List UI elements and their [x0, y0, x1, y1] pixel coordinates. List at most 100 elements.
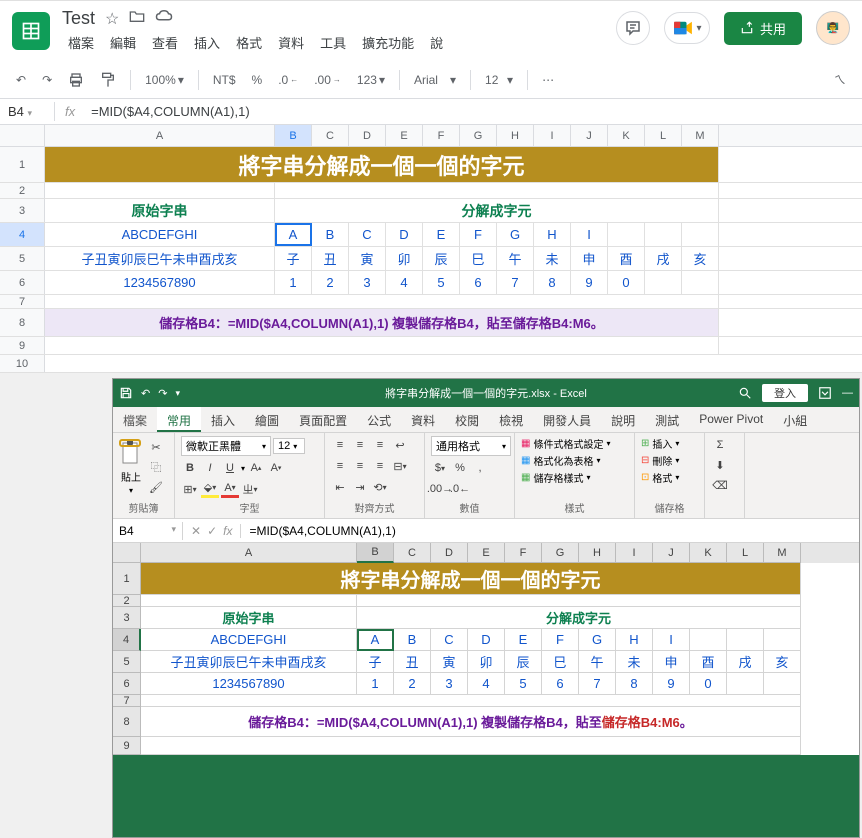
orientation-icon[interactable]: ⟲▾ — [371, 478, 389, 496]
comment-icon[interactable] — [616, 11, 650, 45]
tab-review[interactable]: 校閱 — [445, 407, 489, 432]
collapse-toolbar-icon[interactable]: ㄟ — [828, 67, 852, 92]
cell[interactable]: 亥 — [764, 651, 801, 673]
col-header[interactable]: E — [468, 543, 505, 563]
align-middle-icon[interactable]: ≡ — [351, 436, 369, 454]
font-color-icon[interactable]: A▾ — [221, 480, 239, 498]
cell[interactable] — [141, 737, 801, 755]
col-header[interactable]: C — [394, 543, 431, 563]
underline-icon[interactable]: U — [221, 459, 239, 477]
cell[interactable]: 丑 — [312, 247, 349, 270]
increase-font-icon[interactable]: A▴ — [247, 459, 265, 477]
cell[interactable]: F — [542, 629, 579, 651]
cell[interactable]: 巳 — [542, 651, 579, 673]
cell[interactable]: 丑 — [394, 651, 431, 673]
col-header[interactable]: E — [386, 125, 423, 146]
clear-icon[interactable]: ⌫ — [711, 476, 729, 494]
percent-icon[interactable]: % — [451, 459, 469, 477]
cell[interactable] — [727, 673, 764, 695]
cell[interactable]: 寅 — [431, 651, 468, 673]
col-header[interactable]: G — [460, 125, 497, 146]
cell[interactable]: 亥 — [682, 247, 719, 270]
col-header[interactable]: K — [690, 543, 727, 563]
tab-developer[interactable]: 開發人員 — [533, 407, 601, 432]
cell[interactable]: 1234567890 — [141, 673, 357, 695]
row-header[interactable]: 6 — [113, 673, 141, 695]
row-header[interactable]: 7 — [0, 295, 45, 308]
cell[interactable]: 0 — [608, 271, 645, 294]
title-cell[interactable]: 將字串分解成一個一個的字元 — [141, 563, 801, 595]
cell[interactable]: 9 — [571, 271, 608, 294]
row-header[interactable]: 1 — [0, 147, 45, 182]
increase-decimal-button[interactable]: .00→ — [308, 69, 347, 91]
tab-test[interactable]: 測試 — [645, 407, 689, 432]
row-header[interactable]: 2 — [0, 183, 45, 198]
font-size-dropdown[interactable]: 12 ▾ — [479, 69, 519, 91]
menu-format[interactable]: 格式 — [230, 31, 268, 54]
tab-file[interactable]: 檔案 — [113, 407, 157, 432]
align-left-icon[interactable]: ≡ — [331, 457, 349, 475]
phonetic-icon[interactable]: ㄓ▾ — [241, 480, 259, 498]
cell[interactable] — [141, 695, 801, 707]
cell[interactable]: H — [534, 223, 571, 246]
cell[interactable]: 卯 — [386, 247, 423, 270]
cell[interactable]: 0 — [690, 673, 727, 695]
col-header[interactable]: J — [653, 543, 690, 563]
cell[interactable]: 辰 — [423, 247, 460, 270]
cell[interactable]: B — [312, 223, 349, 246]
row-header[interactable]: 9 — [113, 737, 141, 755]
cell[interactable]: 酉 — [608, 247, 645, 270]
cell[interactable]: 申 — [653, 651, 690, 673]
col-header[interactable]: A — [141, 543, 357, 563]
tab-help[interactable]: 說明 — [601, 407, 645, 432]
undo-icon[interactable]: ↶ — [10, 69, 32, 91]
row-header[interactable]: 3 — [0, 199, 45, 222]
redo-icon[interactable]: ↷ — [36, 69, 58, 91]
cell[interactable]: 子丑寅卯辰巳午未申酉戌亥 — [141, 651, 357, 673]
menu-view[interactable]: 查看 — [146, 31, 184, 54]
cell[interactable]: 8 — [534, 271, 571, 294]
cell[interactable]: 分解成字元 — [357, 607, 801, 629]
cell[interactable] — [45, 355, 719, 372]
cell[interactable]: H — [616, 629, 653, 651]
row-header[interactable]: 1 — [113, 563, 141, 595]
sheets-logo-icon[interactable] — [12, 12, 50, 50]
decrease-decimal-button[interactable]: .0← — [272, 69, 304, 91]
search-icon[interactable] — [738, 386, 752, 400]
fx-icon[interactable]: fx — [223, 524, 232, 538]
border-icon[interactable]: ⊞▾ — [181, 480, 199, 498]
row-header[interactable]: 4 — [0, 223, 45, 246]
conditional-format-button[interactable]: ▦條件式格式設定 ▾ — [521, 436, 628, 451]
tab-data[interactable]: 資料 — [401, 407, 445, 432]
format-table-button[interactable]: ▦格式化為表格 ▾ — [521, 453, 628, 468]
name-box[interactable]: B4▾ — [113, 522, 183, 540]
row-header[interactable]: 6 — [0, 271, 45, 294]
menu-file[interactable]: 檔案 — [62, 31, 100, 54]
tab-home[interactable]: 常用 — [157, 407, 201, 432]
merge-icon[interactable]: ⊟▾ — [391, 457, 409, 475]
cell[interactable]: D — [386, 223, 423, 246]
row-header[interactable]: 5 — [113, 651, 141, 673]
cell[interactable]: F — [460, 223, 497, 246]
row-header[interactable]: 9 — [0, 337, 45, 354]
increase-decimal-icon[interactable]: .00→ — [431, 480, 449, 498]
cell[interactable]: 未 — [616, 651, 653, 673]
menu-help[interactable]: 說 — [424, 31, 449, 54]
increase-indent-icon[interactable]: ⇥ — [351, 478, 369, 496]
autosum-icon[interactable]: Σ — [711, 436, 729, 454]
cell[interactable]: I — [571, 223, 608, 246]
row-header[interactable]: 7 — [113, 695, 141, 707]
currency-button[interactable]: NT$ — [207, 69, 242, 91]
cell[interactable]: 酉 — [690, 651, 727, 673]
col-header[interactable]: L — [727, 543, 764, 563]
col-header[interactable]: K — [608, 125, 645, 146]
cell[interactable]: D — [468, 629, 505, 651]
delete-cells-button[interactable]: ⊟刪除 ▾ — [641, 453, 698, 468]
cell[interactable]: E — [505, 629, 542, 651]
col-header[interactable]: G — [542, 543, 579, 563]
percent-button[interactable]: % — [246, 69, 269, 91]
copy-icon[interactable]: ⿻ — [147, 458, 165, 476]
tab-powerpivot[interactable]: Power Pivot — [689, 407, 773, 432]
currency-icon[interactable]: $▾ — [431, 459, 449, 477]
cell[interactable]: 1234567890 — [45, 271, 275, 294]
